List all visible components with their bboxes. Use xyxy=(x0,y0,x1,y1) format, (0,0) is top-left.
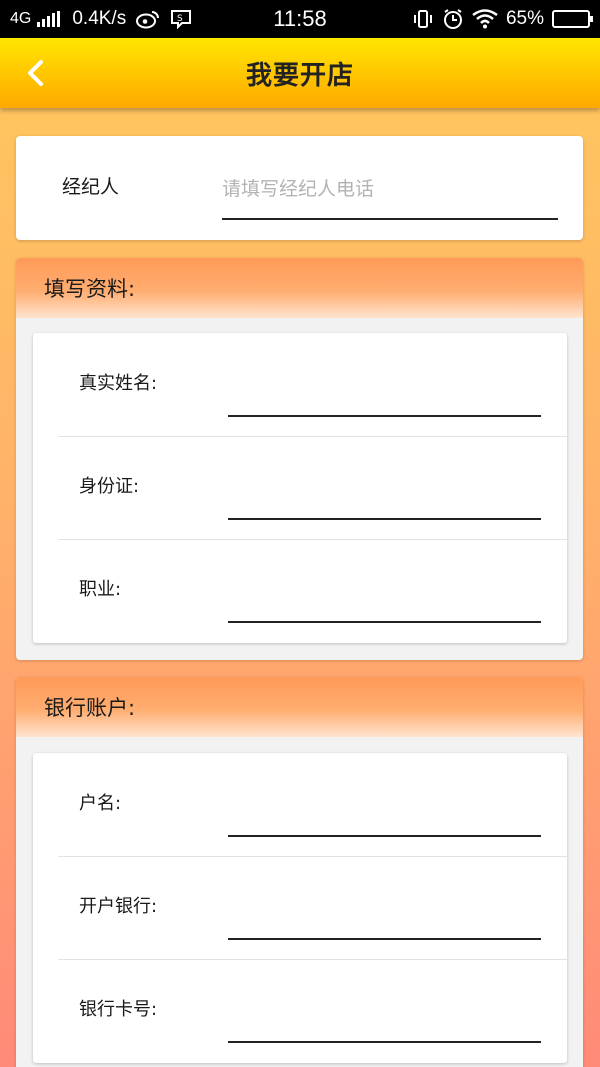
account-name-label: 户名: xyxy=(79,793,122,814)
signal-icon xyxy=(37,11,61,27)
app-header: 我要开店 xyxy=(0,38,600,108)
network-type: 4G xyxy=(10,10,32,27)
form-row-id-card: 身份证: xyxy=(33,436,567,539)
form-row-card-number: 银行卡号: xyxy=(33,959,567,1062)
card-number-label: 银行卡号: xyxy=(79,999,158,1020)
id-card-input[interactable] xyxy=(228,474,541,516)
real-name-label: 真实姓名: xyxy=(79,373,158,394)
profile-section-title: 填写资料: xyxy=(16,258,583,318)
id-card-label: 身份证: xyxy=(79,476,140,497)
occupation-input[interactable] xyxy=(228,577,541,619)
card-number-input[interactable] xyxy=(228,997,541,1039)
agent-input-underline xyxy=(222,218,558,220)
bank-input[interactable] xyxy=(228,894,541,936)
form-row-bank: 开户银行: xyxy=(33,856,567,959)
battery-icon xyxy=(552,10,593,28)
status-bar: 4G 0.4K/s S 11:58 65% xyxy=(0,0,600,38)
form-row-real-name: 真实姓名: xyxy=(33,333,567,436)
real-name-underline xyxy=(228,415,541,417)
profile-section: 填写资料: 真实姓名: 身份证: 职业: xyxy=(16,258,583,660)
occupation-label: 职业: xyxy=(79,579,122,600)
network-speed: 0.4K/s xyxy=(72,8,127,29)
screenshot-notification-icon: S xyxy=(170,9,192,29)
card-number-underline xyxy=(228,1041,541,1043)
agent-label: 经纪人 xyxy=(62,176,120,198)
battery-percent: 65% xyxy=(505,8,544,29)
agent-card: 经纪人 xyxy=(16,136,583,240)
chevron-left-icon xyxy=(25,58,47,88)
weibo-icon xyxy=(136,9,160,29)
bank-underline xyxy=(228,938,541,940)
wifi-icon xyxy=(472,9,498,29)
agent-phone-input[interactable] xyxy=(222,166,558,212)
real-name-input[interactable] xyxy=(228,371,541,413)
page-title: 我要开店 xyxy=(245,60,354,91)
occupation-underline xyxy=(228,621,541,623)
bank-label: 开户银行: xyxy=(79,896,158,917)
bank-section-title: 银行账户: xyxy=(16,677,583,737)
alarm-icon xyxy=(442,8,464,30)
back-button[interactable] xyxy=(18,55,54,91)
bank-section: 银行账户: 户名: 开户银行: 银行卡号: xyxy=(16,677,583,1067)
vibrate-icon xyxy=(412,9,434,29)
form-row-occupation: 职业: xyxy=(33,539,567,642)
profile-form-card: 真实姓名: 身份证: 职业: xyxy=(33,333,567,643)
id-card-underline xyxy=(228,518,541,520)
account-name-input[interactable] xyxy=(228,791,541,833)
form-row-account-name: 户名: xyxy=(33,753,567,856)
bank-form-card: 户名: 开户银行: 银行卡号: xyxy=(33,753,567,1063)
account-name-underline xyxy=(228,835,541,837)
svg-text:S: S xyxy=(177,14,183,24)
